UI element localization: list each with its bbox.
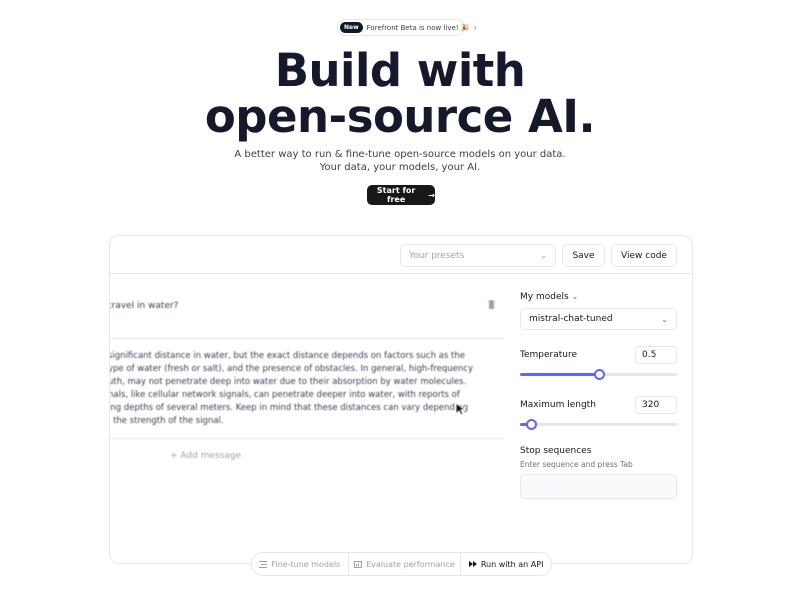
model-select-value: mistral-chat-tuned (529, 314, 613, 324)
tab-fine-tune-models[interactable]: Fine-tune models (252, 553, 348, 575)
add-message-button[interactable]: + Add message (170, 451, 241, 461)
chevron-right-icon: › (473, 23, 477, 32)
view-code-button[interactable]: View code (611, 244, 677, 267)
max-length-slider-thumb[interactable] (525, 419, 537, 430)
stop-sequences-label: Stop sequences (520, 446, 592, 456)
plus-icon: + (170, 451, 178, 461)
save-button[interactable]: Save (562, 244, 605, 267)
arrow-right-icon: → (428, 190, 435, 200)
start-for-free-button[interactable]: Start for free → (367, 185, 435, 205)
stop-sequences-help: Enter sequence and press Tab (520, 460, 633, 469)
announcement-text: Forefront Beta is now live! 🎉 (366, 23, 470, 32)
chat-area: travel in water? significant distance in… (110, 275, 505, 563)
chevron-down-icon: ⌄ (540, 251, 547, 260)
max-length-slider[interactable] (520, 419, 677, 430)
trash-icon[interactable] (488, 300, 495, 311)
feature-tabs: Fine-tune models Evaluate performance Ru… (251, 552, 552, 576)
my-models-dropdown[interactable]: My models ⌄ (520, 292, 578, 302)
temperature-slider-fill (520, 373, 599, 376)
assistant-message[interactable]: significant distance in water, but the e… (110, 339, 505, 439)
tab-label: Run with an API (480, 559, 544, 569)
chevron-down-icon: ⌄ (571, 292, 579, 301)
cta-label: Start for free (376, 186, 416, 204)
temperature-slider[interactable] (520, 369, 677, 380)
assistant-line: uth, may not penetrate deep into water d… (110, 377, 467, 387)
max-length-input[interactable]: 320 (635, 396, 677, 414)
mouse-cursor-icon (455, 402, 467, 416)
hero-subtitle-line-1: A better way to run & fine-tune open-sou… (234, 149, 566, 160)
hero-subtitle-line-2: Your data, your models, your AI. (319, 162, 481, 173)
tab-label: Evaluate performance (366, 559, 455, 569)
hero-subtitle: A better way to run & fine-tune open-sou… (0, 148, 800, 174)
presets-select[interactable]: Your presets ⌄ (400, 244, 556, 267)
tab-run-with-api[interactable]: Run with an API (460, 553, 551, 575)
max-length-label: Maximum length (520, 400, 596, 410)
model-select[interactable]: mistral-chat-tuned ⌄ (520, 308, 677, 330)
hero-title: Build with open-source AI. (0, 48, 800, 140)
announcement-pill[interactable]: New Forefront Beta is now live! 🎉 › (337, 19, 477, 36)
temperature-slider-thumb[interactable] (593, 369, 605, 380)
assistant-line: ing depths of several meters. Keep in mi… (110, 403, 469, 413)
assistant-line: nals, like cellular network signals, can… (110, 390, 460, 400)
user-message-text: travel in water? (110, 301, 179, 311)
fast-forward-icon (468, 561, 477, 567)
stop-sequences-input[interactable] (520, 474, 677, 499)
new-badge: New (340, 22, 363, 33)
list-icon (259, 560, 268, 568)
hero-title-line-1: Build with (274, 44, 526, 97)
chevron-down-icon: ⌄ (661, 314, 668, 324)
playground-toolbar: Your presets ⌄ Save View code (110, 236, 692, 274)
assistant-line: significant distance in water, but the e… (110, 351, 465, 361)
temperature-input[interactable]: 0.5 (635, 346, 677, 364)
add-message-label: Add message (180, 451, 242, 461)
tab-label: Fine-tune models (271, 559, 341, 569)
assistant-line: ype of water (fresh or salt), and the pr… (110, 364, 474, 374)
tab-evaluate-performance[interactable]: Evaluate performance (347, 553, 461, 575)
my-models-label: My models (520, 292, 569, 302)
presets-placeholder: Your presets (409, 250, 465, 261)
assistant-line: l the strength of the signal. (110, 416, 224, 426)
user-message[interactable]: travel in water? (110, 275, 505, 339)
playground-panel: Your presets ⌄ Save View code travel in … (109, 235, 693, 564)
temperature-label: Temperature (520, 350, 578, 360)
chart-icon (354, 560, 363, 568)
hero-title-line-2: open-source AI. (204, 90, 596, 143)
